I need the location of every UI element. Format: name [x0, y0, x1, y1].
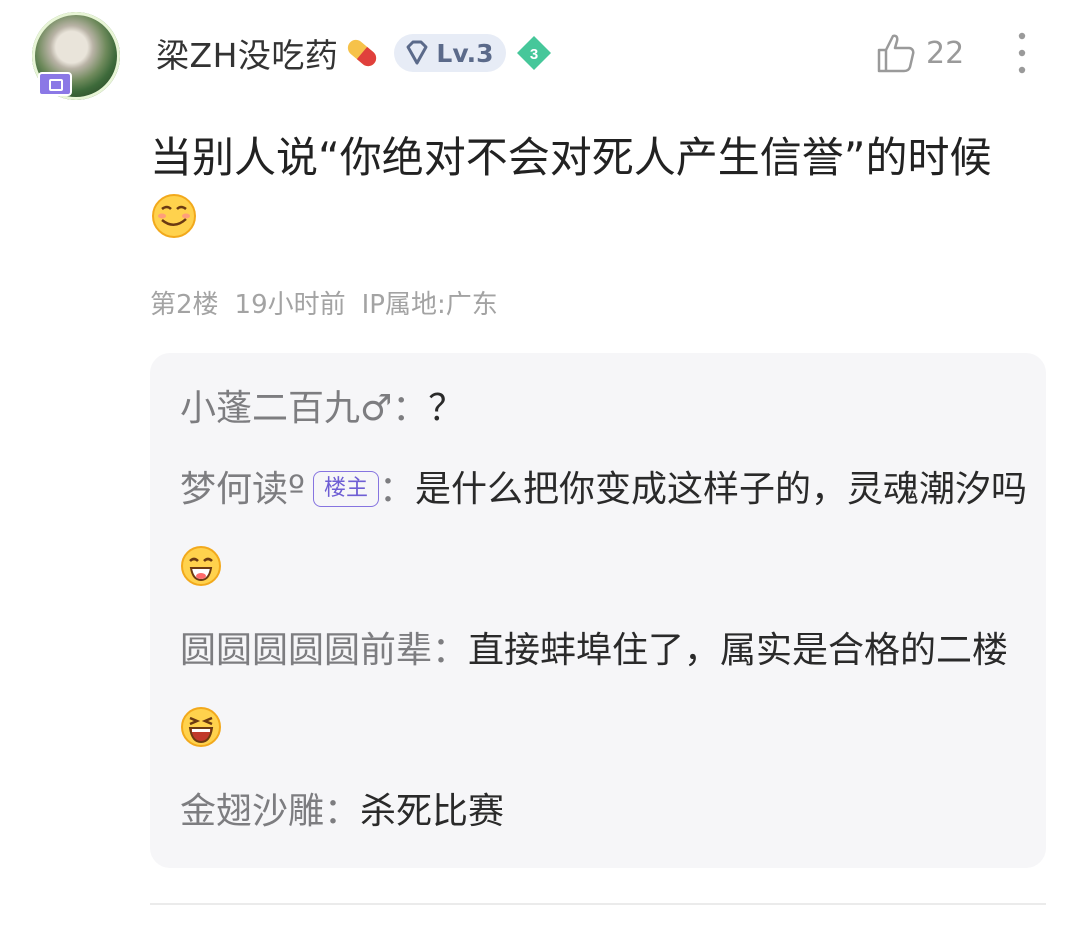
- reply-text: 直接蚌埠住了，属实是合格的二楼: [468, 630, 1009, 671]
- post-text: 当别人说“你绝对不会对死人产生信誉”的时候: [150, 133, 992, 182]
- reply-author[interactable]: 圆圆圆圆圆前辈: [180, 630, 432, 671]
- thumbs-up-icon: [877, 34, 915, 73]
- username[interactable]: 梁ZH没吃药: [156, 29, 338, 77]
- diamond-icon: [406, 40, 428, 65]
- reply-item[interactable]: 圆圆圆圆圆前辈：直接蚌埠住了，属实是合格的二楼: [180, 611, 1040, 771]
- like-count: 22: [926, 35, 965, 71]
- level-badge[interactable]: Lv.3: [394, 34, 506, 72]
- reply-item[interactable]: 小蓬二百九♂：？: [180, 369, 1040, 449]
- pill-icon: [348, 39, 377, 67]
- reply-text: 杀死比赛: [360, 791, 505, 832]
- post-content: 当别人说“你绝对不会对死人产生信誉”的时候: [150, 128, 1050, 248]
- squinting-laugh-emoji-icon: [181, 707, 221, 747]
- more-options-icon[interactable]: [1010, 30, 1034, 76]
- green-diamond-badge-icon: 3: [516, 36, 551, 70]
- level-label: Lv.3: [436, 38, 494, 68]
- laughing-emoji-icon: [181, 546, 221, 586]
- like-button[interactable]: 22: [874, 28, 964, 78]
- reply-author[interactable]: 小蓬二百九♂: [180, 388, 392, 429]
- reply-text: 是什么把你变成这样子的，灵魂潮汐吗: [415, 469, 1028, 510]
- floor-label: 第2楼: [150, 290, 219, 320]
- divider: [150, 903, 1046, 905]
- avatar-badge-icon: [38, 72, 72, 96]
- badge-number: 3: [529, 46, 537, 63]
- user-row: 梁ZH没吃药 Lv.3 3: [156, 28, 554, 78]
- avatar[interactable]: [30, 12, 122, 100]
- reply-author[interactable]: 梦何读º: [180, 469, 305, 510]
- post-time: 19小时前: [234, 290, 346, 320]
- post-meta: 第2楼 19小时前 IP属地:广东: [150, 284, 514, 321]
- reply-author[interactable]: 金翅沙雕: [180, 791, 324, 832]
- reply-text: ？: [428, 388, 465, 429]
- reply-item[interactable]: 梦何读º 楼主 ：是什么把你变成这样子的，灵魂潮汐吗: [180, 450, 1040, 610]
- reply-item[interactable]: 金翅沙雕：杀死比赛: [180, 772, 1040, 852]
- grinning-smug-emoji-icon: [152, 194, 196, 238]
- ip-location: IP属地:广东: [361, 290, 498, 320]
- host-tag: 楼主: [312, 471, 379, 507]
